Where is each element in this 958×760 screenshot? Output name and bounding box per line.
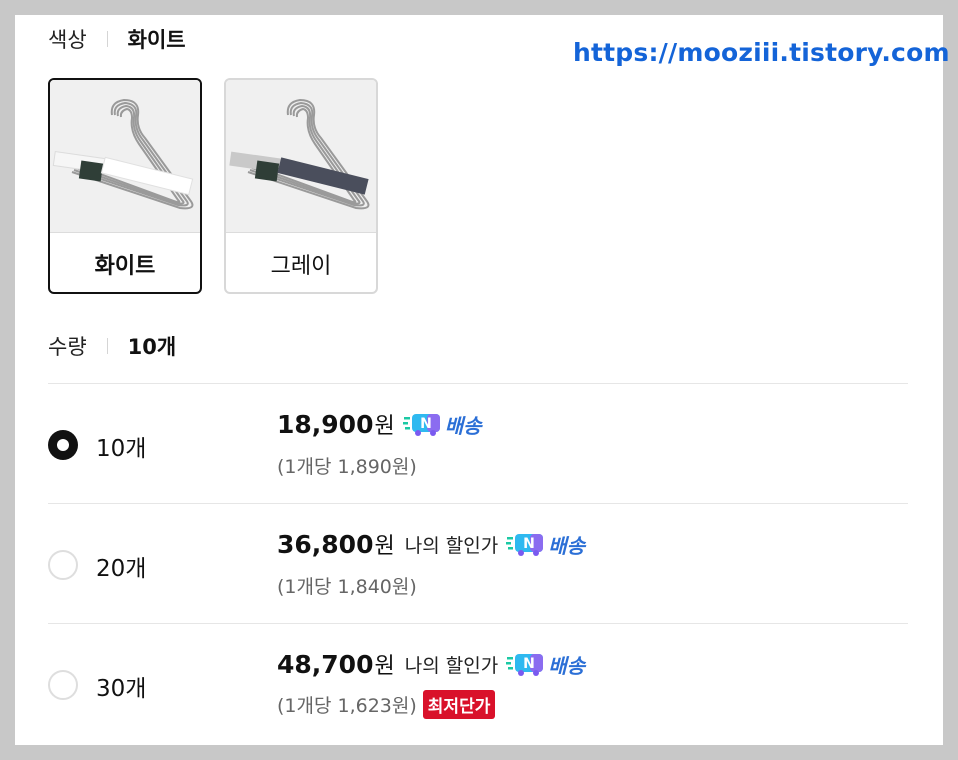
unit-price: (1개당 1,623원)	[277, 695, 417, 717]
n-delivery-icon: N	[506, 654, 544, 676]
n-delivery-icon: N	[402, 414, 440, 436]
quantity-selected-value: 10개	[127, 335, 177, 359]
hanger-gray-image-graphic	[229, 98, 370, 210]
svg-text:N: N	[523, 536, 535, 552]
svg-text:N: N	[523, 656, 535, 672]
unit-price-line: (1개당 1,840원)	[277, 572, 417, 599]
price-value: 18,900	[277, 409, 374, 439]
color-swatch-gray[interactable]: 그레이	[224, 78, 378, 294]
watermark-url: https://mooziii.tistory.com	[573, 38, 950, 67]
quantity-label: 10개	[96, 436, 147, 462]
unit-price-line: (1개당 1,623원) 최저단가	[277, 690, 496, 719]
header-divider	[106, 31, 108, 47]
price-value: 36,800	[277, 529, 374, 559]
quantity-option-header: 수량 10개	[48, 331, 176, 361]
unit-price-line: (1개당 1,890원)	[277, 452, 417, 479]
price-currency: 원	[374, 414, 395, 439]
unit-price: (1개당 1,840원)	[277, 576, 417, 598]
color-selected-value: 화이트	[127, 28, 186, 52]
price-value: 48,700	[277, 649, 374, 679]
header-divider	[106, 338, 108, 354]
color-swatch-white[interactable]: 화이트	[48, 78, 202, 294]
price-currency: 원	[374, 534, 395, 559]
radio-selected-icon[interactable]	[48, 430, 78, 460]
quantity-label: 30개	[96, 676, 147, 702]
delivery-label: 배송	[548, 533, 585, 558]
quantity-label: 20개	[96, 556, 147, 582]
unit-price: (1개당 1,890원)	[277, 456, 417, 478]
n-delivery-badge: N 배송	[506, 530, 585, 559]
quantity-option-30[interactable]: 30개 48,700 원 나의 할인가 N 배송 (1개당 1,623원) 최저…	[48, 624, 908, 744]
radio-unselected-icon[interactable]	[48, 670, 78, 700]
quantity-option-20[interactable]: 20개 36,800 원 나의 할인가 N 배송 (1개당 1,840원)	[48, 504, 908, 624]
price-line: 18,900 원 N 배송	[277, 408, 482, 440]
n-delivery-icon: N	[506, 534, 544, 556]
hanger-white-image-graphic	[52, 98, 194, 210]
lowest-unit-price-badge: 최저단가	[422, 690, 496, 719]
hanger-gray-image	[226, 80, 376, 233]
discount-label: 나의 할인가	[404, 654, 499, 677]
delivery-label: 배송	[548, 653, 585, 678]
price-line: 36,800 원 나의 할인가 N 배송	[277, 528, 585, 560]
quantity-option-label: 수량	[48, 335, 87, 359]
swatch-name-white: 화이트	[94, 254, 156, 279]
color-option-header: 색상 화이트	[48, 24, 186, 54]
quantity-option-10[interactable]: 10개 18,900 원 N 배송 (1개당 1,890원)	[48, 384, 908, 504]
swatch-name-gray: 그레이	[270, 254, 332, 279]
n-delivery-badge: N 배송	[506, 650, 585, 679]
n-delivery-badge: N 배송	[402, 410, 482, 439]
svg-text:N: N	[420, 416, 432, 432]
price-currency: 원	[374, 654, 395, 679]
delivery-label: 배송	[444, 413, 482, 438]
discount-label: 나의 할인가	[404, 534, 499, 557]
color-option-label: 색상	[48, 28, 87, 52]
hanger-white-image	[50, 80, 200, 233]
radio-unselected-icon[interactable]	[48, 550, 78, 580]
price-line: 48,700 원 나의 할인가 N 배송	[277, 648, 585, 680]
